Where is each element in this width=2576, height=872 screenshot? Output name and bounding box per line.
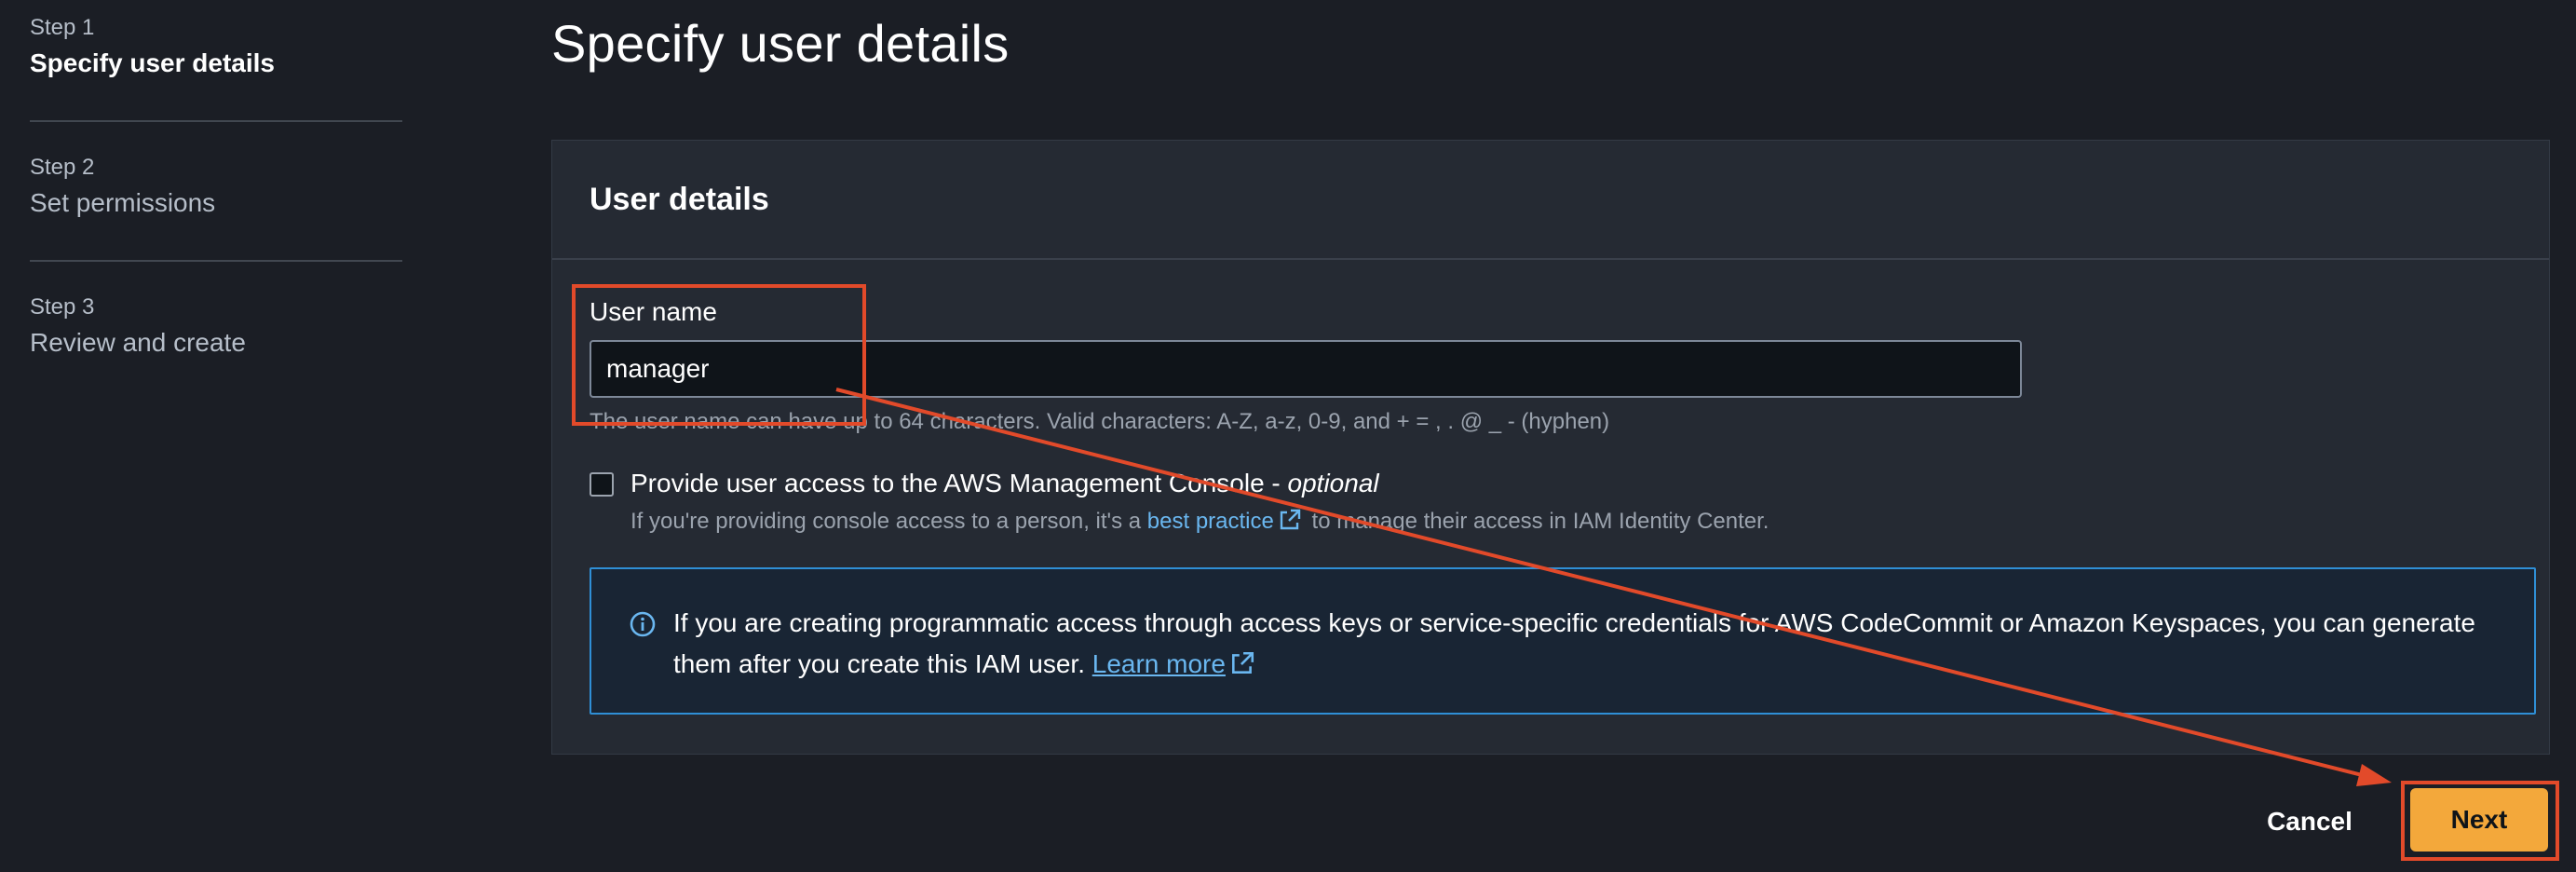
console-access-description: If you're providing console access to a … xyxy=(630,508,1769,538)
annotation-highlight-next xyxy=(2401,781,2559,861)
step-1[interactable]: Step 1 Specify user details xyxy=(30,15,275,78)
step-2[interactable]: Step 2 Set permissions xyxy=(30,155,215,218)
step-3-number: Step 3 xyxy=(30,294,95,320)
desc-before: If you're providing console access to a … xyxy=(630,509,1147,534)
cancel-button[interactable]: Cancel xyxy=(2254,801,2366,842)
best-practice-link[interactable]: best practice xyxy=(1147,509,1274,534)
step-3[interactable]: Step 3 Review and create xyxy=(30,294,246,358)
step-1-title: Specify user details xyxy=(30,48,276,77)
info-message: If you are creating programmatic access … xyxy=(673,608,2475,678)
step-divider xyxy=(30,120,402,122)
info-icon xyxy=(629,610,657,643)
annotation-highlight-username xyxy=(572,284,866,426)
external-link-icon[interactable] xyxy=(1278,508,1302,538)
step-1-number: Step 1 xyxy=(30,15,95,40)
info-text: If you are creating programmatic access … xyxy=(673,603,2499,688)
panel-header: User details xyxy=(552,141,2549,260)
console-access-label[interactable]: Provide user access to the AWS Managemen… xyxy=(630,469,1379,498)
optional-tag: optional xyxy=(1287,469,1379,497)
step-2-title: Set permissions xyxy=(30,188,216,217)
console-access-checkbox[interactable] xyxy=(590,472,614,497)
panel-title: User details xyxy=(590,181,769,217)
console-access-label-text: Provide user access to the AWS Managemen… xyxy=(630,469,1288,497)
step-3-title: Review and create xyxy=(30,328,246,357)
info-alert: If you are creating programmatic access … xyxy=(590,567,2536,715)
step-2-number: Step 2 xyxy=(30,155,95,180)
step-divider xyxy=(30,260,402,262)
external-link-icon[interactable] xyxy=(1229,647,1255,688)
learn-more-link[interactable]: Learn more xyxy=(1092,649,1226,678)
desc-after: to manage their access in IAM Identity C… xyxy=(1305,509,1769,534)
page-title: Specify user details xyxy=(551,14,1010,73)
user-details-panel: User details User name The user name can… xyxy=(551,140,2550,755)
